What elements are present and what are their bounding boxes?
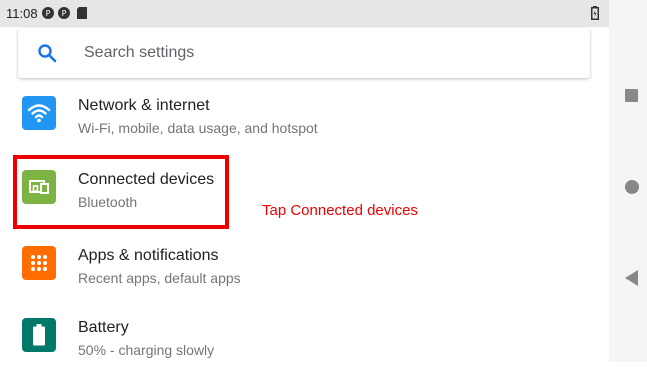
notification-p-icon: P xyxy=(42,7,54,19)
svg-text:P: P xyxy=(62,9,67,18)
apps-grid-icon xyxy=(22,246,56,280)
notification-p-icon: P xyxy=(58,7,70,19)
settings-item-title: Battery xyxy=(78,319,129,336)
svg-text:P: P xyxy=(46,9,51,18)
recents-square-icon[interactable] xyxy=(625,89,638,102)
search-icon xyxy=(38,44,57,63)
back-triangle-icon[interactable] xyxy=(625,270,638,286)
home-circle-icon[interactable] xyxy=(625,180,639,194)
search-input[interactable]: Search settings xyxy=(84,44,194,62)
settings-item-battery[interactable]: Battery 50% - charging slowly xyxy=(0,314,609,374)
battery-icon xyxy=(591,6,599,20)
settings-item-subtitle: 50% - charging slowly xyxy=(78,342,215,358)
settings-item-network[interactable]: Network & internet Wi-Fi, mobile, data u… xyxy=(0,92,609,152)
status-time: 11:08 xyxy=(6,6,38,21)
search-bar[interactable]: Search settings xyxy=(18,28,590,78)
navigation-bar xyxy=(609,0,647,362)
highlight-box xyxy=(13,155,229,229)
settings-item-title: Network & internet xyxy=(78,97,210,114)
settings-screen: 11:08 P P Search settings Network & inte… xyxy=(0,0,609,362)
annotation-text: Tap Connected devices xyxy=(262,202,418,219)
settings-item-apps-notifications[interactable]: Apps & notifications Recent apps, defaul… xyxy=(0,242,609,302)
settings-item-subtitle: Recent apps, default apps xyxy=(78,270,241,286)
battery-icon xyxy=(22,318,56,352)
settings-item-subtitle: Wi-Fi, mobile, data usage, and hotspot xyxy=(78,120,318,136)
status-bar: 11:08 P P xyxy=(0,0,609,27)
wifi-icon xyxy=(22,96,56,130)
sd-card-icon xyxy=(77,7,87,19)
settings-item-title: Apps & notifications xyxy=(78,247,219,264)
